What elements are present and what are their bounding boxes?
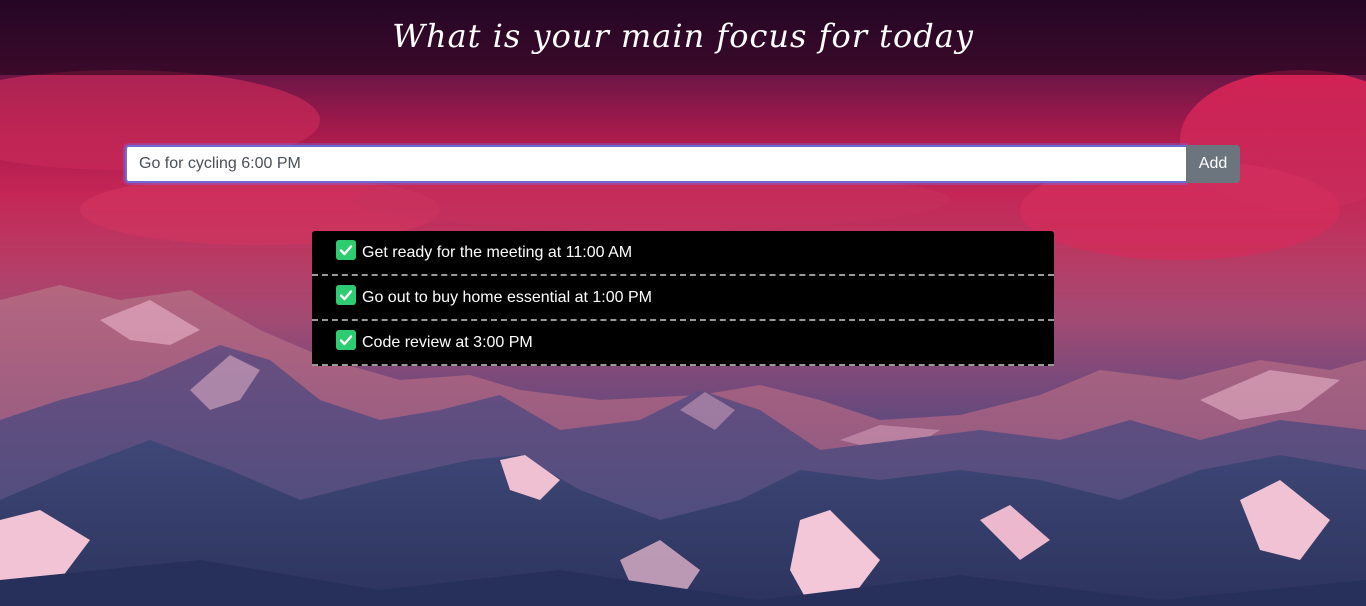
todo-text: Go out to buy home essential at 1:00 PM [362, 288, 652, 306]
page-header: What is your main focus for today [0, 0, 1366, 75]
todo-item[interactable]: Go out to buy home essential at 1:00 PM [312, 276, 1054, 321]
page-title: What is your main focus for today [392, 16, 974, 55]
checkbox-checked-icon[interactable] [336, 284, 356, 305]
todo-list: Get ready for the meeting at 11:00 AM Go… [312, 231, 1054, 366]
add-button[interactable]: Add [1186, 145, 1240, 183]
todo-item[interactable]: Get ready for the meeting at 11:00 AM [312, 231, 1054, 276]
add-task-form: Add [125, 145, 1240, 183]
task-input[interactable] [125, 145, 1186, 183]
app-screen: What is your main focus for today Add Ge… [0, 0, 1366, 606]
checkbox-checked-icon[interactable] [336, 329, 356, 350]
todo-text: Code review at 3:00 PM [362, 333, 533, 351]
checkbox-checked-icon[interactable] [336, 239, 356, 260]
todo-item[interactable]: Code review at 3:00 PM [312, 321, 1054, 366]
todo-text: Get ready for the meeting at 11:00 AM [362, 243, 633, 261]
